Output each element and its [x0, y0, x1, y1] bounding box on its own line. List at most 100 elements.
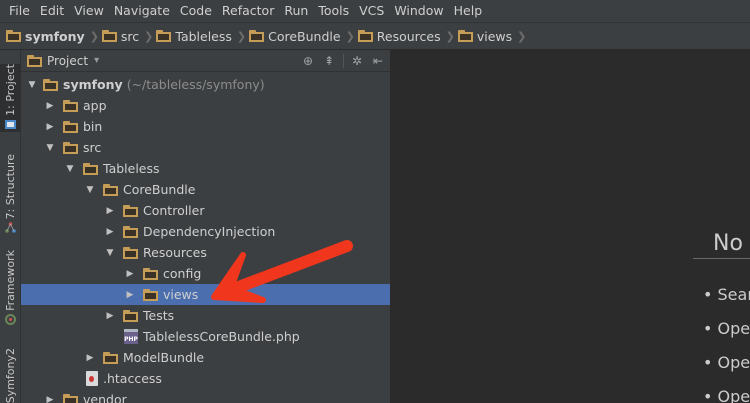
breadcrumb-item-corebundle[interactable]: CoreBundle ❯ [249, 22, 358, 50]
tree-node-corebundle[interactable]: ▼ CoreBundle [21, 179, 390, 200]
project-tree: ▼ symfony (~/tableless/symfony) ▶ app ▶ … [21, 72, 390, 403]
breadcrumb-label: Tableless [175, 28, 232, 44]
tree-node-config[interactable]: ▶ config [21, 263, 390, 284]
tree-node-tests[interactable]: ▶ Tests [21, 305, 390, 326]
tree-node-symfony[interactable]: ▼ symfony (~/tableless/symfony) [21, 74, 390, 95]
tree-node-label: symfony [63, 77, 123, 92]
expanded-arrow-icon[interactable]: ▼ [26, 80, 38, 90]
sync-icon[interactable]: ⊕ [300, 53, 316, 69]
menu-window[interactable]: Window [389, 0, 448, 22]
chevron-right-icon: ❯ [236, 29, 247, 43]
tab-structure[interactable]: 7: Structure [0, 154, 21, 238]
collapsed-arrow-icon[interactable]: ▶ [44, 101, 56, 111]
php-file-icon: PHP [124, 329, 138, 344]
folder-icon [156, 30, 172, 42]
breadcrumb-label: views [476, 28, 513, 44]
menu-view[interactable]: View [69, 0, 109, 22]
tree-node-label: vendor [83, 392, 127, 403]
collapsed-arrow-icon[interactable]: ▶ [104, 311, 116, 321]
collapsed-arrow-icon[interactable]: ▶ [124, 290, 136, 300]
breadcrumb-item-symfony[interactable]: symfony ❯ [6, 22, 102, 50]
tree-node-dependencyinjection[interactable]: ▶ DependencyInjection [21, 221, 390, 242]
menu-navigate[interactable]: Navigate [109, 0, 175, 22]
menu-bar: File Edit View Navigate Code Refactor Ru… [0, 0, 750, 22]
tree-node-modelbundle[interactable]: ▶ ModelBundle [21, 347, 390, 368]
tree-node-vendor[interactable]: ▶ vendor [21, 389, 390, 403]
menu-refactor[interactable]: Refactor [217, 0, 279, 22]
folder-icon [357, 30, 373, 42]
folder-icon [63, 393, 78, 403]
chevron-right-icon: ❯ [144, 29, 154, 43]
tab-framework[interactable]: Framework [0, 250, 21, 328]
folder-icon [123, 225, 138, 238]
hide-icon[interactable]: ⇤ [370, 53, 386, 69]
folder-icon [143, 288, 158, 301]
empty-editor-divider [693, 258, 750, 259]
empty-editor-title: No [713, 231, 743, 256]
editor-hint-search: • Sear [703, 285, 750, 304]
collapsed-arrow-icon[interactable]: ▶ [104, 206, 116, 216]
project-view-selector[interactable]: Project ▾ [21, 54, 99, 68]
expanded-arrow-icon[interactable]: ▼ [64, 164, 76, 174]
folder-icon [103, 351, 118, 364]
folder-icon [83, 162, 98, 175]
collapsed-arrow-icon[interactable]: ▶ [104, 227, 116, 237]
tree-node-app[interactable]: ▶ app [21, 95, 390, 116]
folder-icon [123, 204, 138, 217]
folder-icon [103, 183, 118, 196]
tab-project-label: 1: Project [4, 64, 17, 116]
tree-node-htaccess[interactable]: .htaccess [21, 368, 390, 389]
editor-area: No • Sear • Oper • Oper • Oper [391, 50, 750, 403]
chevron-right-icon: ❯ [445, 29, 455, 43]
tool-window-strip: 1: Project 7: Structure Framework Symfon… [0, 50, 21, 403]
tree-node-controller[interactable]: ▶ Controller [21, 200, 390, 221]
project-panel-header: Project ▾ ⊕ ⇞ ✲ ⇤ [21, 50, 390, 72]
folder-icon [123, 309, 138, 322]
breadcrumb-item-views[interactable]: views ❯ [457, 22, 530, 50]
expanded-arrow-icon[interactable]: ▼ [84, 185, 96, 195]
tree-node-views[interactable]: ▶ views [21, 284, 390, 305]
expanded-arrow-icon[interactable]: ▼ [104, 248, 116, 258]
tree-node-src[interactable]: ▼ src [21, 137, 390, 158]
tab-symfony2[interactable]: Symfony2 [0, 348, 21, 403]
menu-edit[interactable]: Edit [35, 0, 69, 22]
folder-icon [457, 30, 473, 42]
menu-code[interactable]: Code [175, 0, 217, 22]
tree-node-label: views [163, 287, 199, 302]
collapsed-arrow-icon[interactable]: ▶ [44, 122, 56, 132]
chevron-right-icon: ❯ [345, 29, 355, 43]
tree-node-tablelesscorebundle-php[interactable]: PHP TablelessCoreBundle.php [21, 326, 390, 347]
breadcrumb-item-src[interactable]: src ❯ [101, 22, 156, 50]
breadcrumb-item-resources[interactable]: Resources ❯ [357, 22, 458, 50]
project-icon [5, 119, 16, 129]
collapsed-arrow-icon[interactable]: ▶ [44, 395, 56, 403]
tree-node-tableless[interactable]: ▼ Tableless [21, 158, 390, 179]
structure-icon [5, 222, 16, 234]
collapsed-arrow-icon[interactable]: ▶ [124, 269, 136, 279]
menu-vcs[interactable]: VCS [354, 0, 389, 22]
module-folder-icon [43, 78, 58, 91]
collapsed-arrow-icon[interactable]: ▶ [84, 353, 96, 363]
menu-help[interactable]: Help [449, 0, 488, 22]
menu-run[interactable]: Run [279, 0, 313, 22]
tree-node-label: CoreBundle [123, 182, 196, 197]
tab-symfony2-label: Symfony2 [4, 348, 17, 403]
breadcrumb-label: src [120, 28, 140, 44]
menu-file[interactable]: File [4, 0, 35, 22]
tree-node-label: src [83, 140, 102, 155]
tree-node-resources[interactable]: ▼ Resources [21, 242, 390, 263]
folder-icon [63, 141, 78, 154]
folder-icon [63, 99, 78, 112]
tab-project[interactable]: 1: Project [0, 64, 21, 132]
breadcrumb-item-tableless[interactable]: Tableless ❯ [156, 22, 249, 50]
expanded-arrow-icon[interactable]: ▼ [44, 143, 56, 153]
tree-node-label: .htaccess [103, 371, 162, 386]
collapse-icon[interactable]: ⇞ [321, 53, 337, 69]
tree-node-bin[interactable]: ▶ bin [21, 116, 390, 137]
tree-node-label: TablelessCoreBundle.php [143, 329, 300, 344]
menu-tools[interactable]: Tools [313, 0, 354, 22]
settings-icon[interactable]: ✲ [349, 53, 365, 69]
folder-icon [123, 246, 138, 259]
folder-icon [6, 30, 21, 42]
tab-structure-label: 7: Structure [4, 154, 17, 220]
